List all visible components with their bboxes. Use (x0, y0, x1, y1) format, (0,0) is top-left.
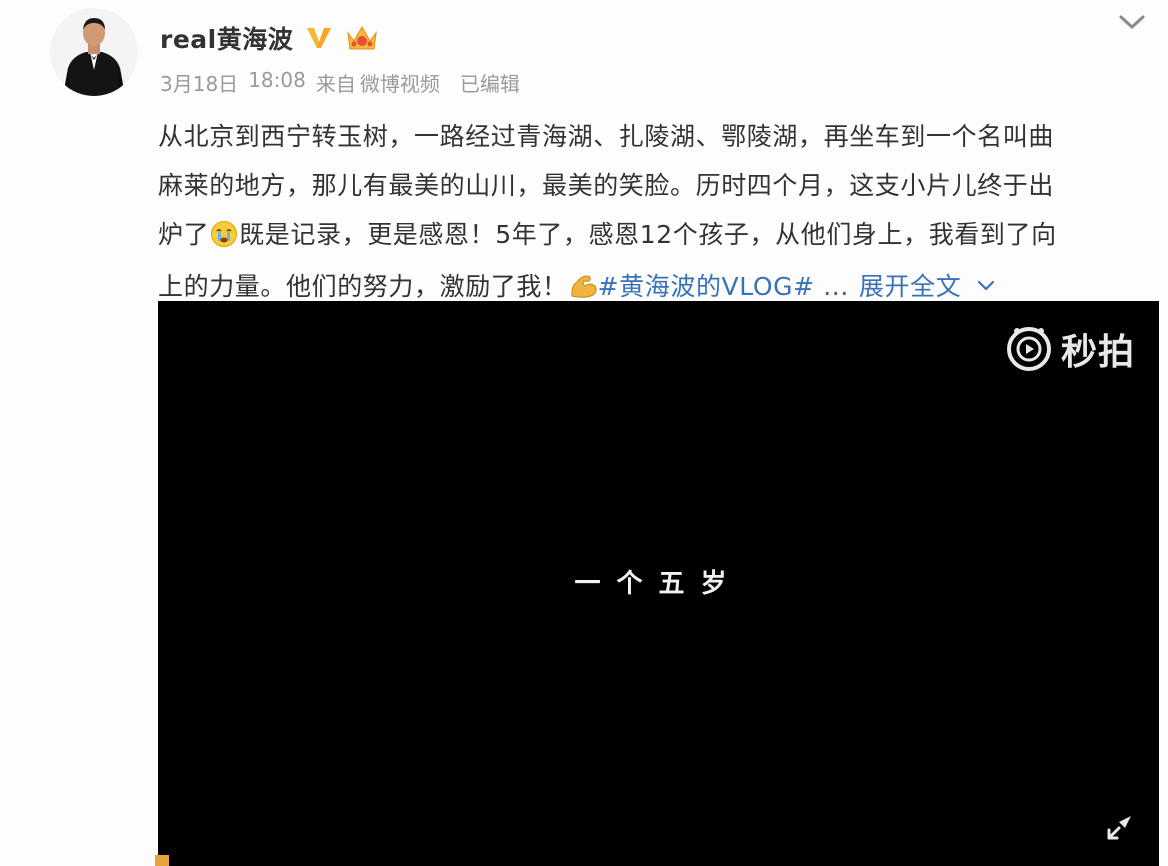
post-date: 3月18日 (160, 72, 239, 96)
verified-v-icon (305, 24, 333, 52)
from-label: 来自 (315, 72, 356, 96)
username[interactable]: real黄海波 (160, 20, 293, 56)
avatar[interactable] (50, 8, 138, 96)
flexed-biceps-icon (569, 267, 597, 298)
play-circle-icon (1006, 327, 1051, 371)
edited-label[interactable]: 已编辑 (460, 68, 520, 97)
post-text-line: 从北京到西宁转玉树，一路经过青海湖、扎陵湖、鄂陵湖，再坐车到一个名叫曲 (158, 122, 1055, 151)
source-link[interactable]: 微博视频 (360, 68, 440, 97)
thumbnail-edge (155, 855, 169, 866)
post-text-segment: 炉了 (158, 220, 210, 249)
miaopai-logo: 秒拍 (1005, 323, 1135, 375)
crying-face-icon (210, 215, 238, 247)
chevron-down-icon[interactable] (1118, 10, 1146, 34)
expand-full-text-link[interactable]: 展开全文 (859, 272, 995, 301)
weibo-post-card: real黄海波 3月18日 18:08 来自 微博视频 已编辑 从北京到西宁转玉… (0, 0, 1168, 866)
crown-icon[interactable] (345, 23, 379, 53)
video-caption: 一个五岁 (574, 569, 743, 599)
post-time: 18:08 (248, 68, 306, 92)
user-row: real黄海波 (160, 18, 379, 58)
chevron-down-icon[interactable] (977, 259, 995, 291)
expand-full-text-label[interactable]: 展开全文 (859, 272, 961, 301)
hashtag-link[interactable]: #黄海波的VLOG# (598, 272, 815, 301)
post-meta: 3月18日 18:08 来自 微博视频 已编辑 (160, 68, 530, 97)
fullscreen-icon[interactable] (1105, 812, 1135, 842)
video-player[interactable]: 秒拍 一个五岁 (158, 301, 1159, 866)
post-text-segment: 既是记录，更是感恩！5年了，感恩12个孩子，从他们身上，我看到了向 (239, 220, 1057, 249)
video-logo-text: 秒拍 (1060, 332, 1135, 373)
post-text-line: 麻莱的地方，那儿有最美的山川，最美的笑脸。历时四个月，这支小片儿终于出 (158, 171, 1055, 200)
post-text-line: 炉了 既是记录，更是感恩！5年了，感恩12个孩子，从他们身上，我看到了向 (158, 210, 1148, 259)
post-text-segment: 上的力量。他们的努力，激励了我！ (158, 272, 568, 301)
post-text: 从北京到西宁转玉树，一路经过青海湖、扎陵湖、鄂陵湖，再坐车到一个名叫曲 麻莱的地… (158, 112, 1148, 308)
ellipsis: ... (814, 272, 849, 301)
